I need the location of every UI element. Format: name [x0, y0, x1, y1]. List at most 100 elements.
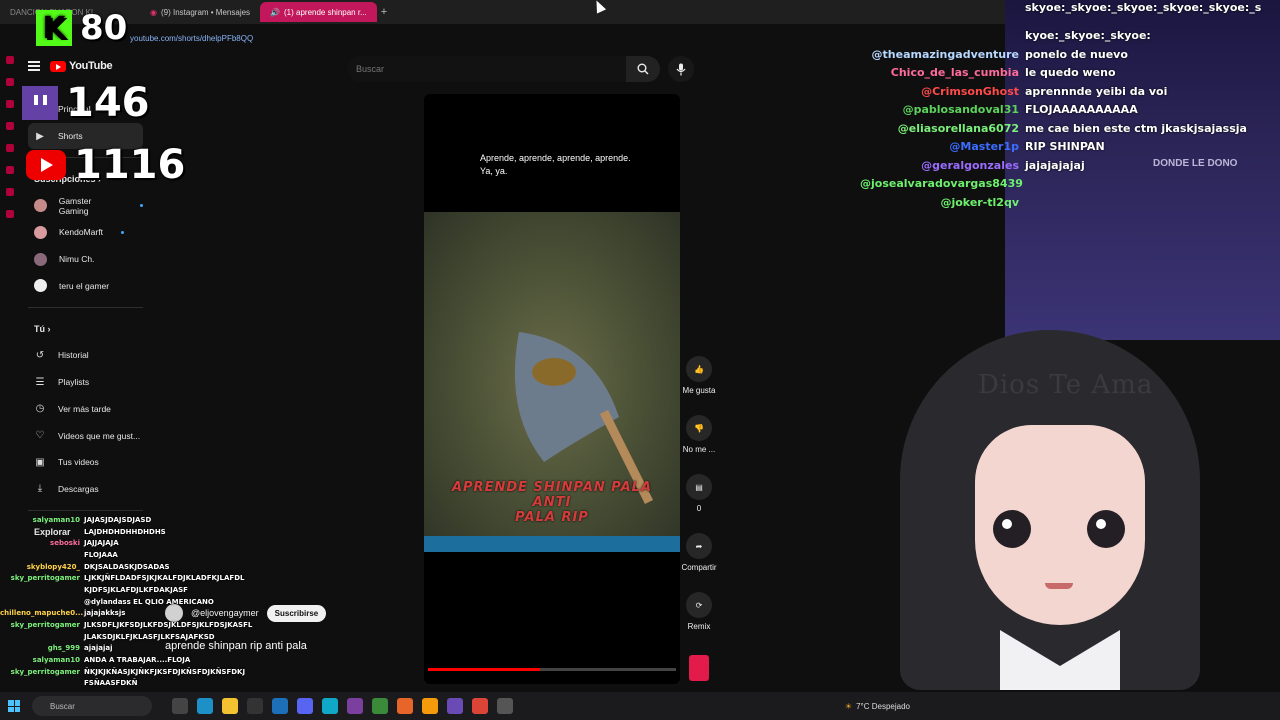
chat-text: FSÑAASFDKÑ	[84, 679, 138, 688]
kick-viewer-counter: K 80	[36, 8, 127, 48]
twitch-icon	[22, 86, 58, 120]
chat-message: @dylandass EL QLIO AMERICANO	[0, 596, 260, 608]
sidebar-item-history[interactable]: ↺ Historial	[28, 342, 143, 369]
menu-icon[interactable]	[28, 61, 40, 71]
firefox-icon[interactable]	[397, 698, 413, 714]
chat-message: sky_perritogamer LJKKJÑFLDADFSJKJKALFDJKL…	[0, 572, 260, 584]
playlist-icon: ☰	[35, 376, 45, 388]
sidebar-item-subscription[interactable]: Nimu Ch.	[28, 246, 143, 273]
chat-username: sky_perritogamer	[10, 667, 80, 676]
chat-username: sky_perritogamer	[10, 574, 80, 583]
remix-button[interactable]: ⟳ Remix	[686, 592, 712, 651]
sidebar-item-playlists[interactable]: ☰ Playlists	[28, 369, 143, 396]
file-explorer-icon[interactable]	[222, 698, 238, 714]
chat-text: DKJSALDASKJDSADAS	[84, 562, 170, 571]
chat-text: FLOJAAAAAAAAAA	[1025, 103, 1138, 116]
rail-app-icon[interactable]	[6, 78, 14, 86]
chat-message: seboski JAJJAJAJA	[0, 537, 260, 549]
audio-icon: 🔊	[270, 7, 281, 17]
rail-app-icon[interactable]	[6, 144, 14, 152]
obs-icon[interactable]	[247, 698, 263, 714]
chat-text: aprennnde yeibi da voi	[1025, 84, 1168, 98]
taskbar-search-label: Buscar	[50, 701, 75, 711]
chat-text: skyoe:_skyoe:_skyoe:_skyoe:_skyoe:_s	[1025, 0, 1262, 14]
chat-message: @eliasorellana6072 me cae bien este ctm j…	[860, 119, 1247, 137]
comments-button[interactable]: ▤ 0	[686, 474, 712, 533]
sidebar-item-your-videos[interactable]: ▣ Tus videos	[28, 449, 143, 476]
app-icon[interactable]	[372, 698, 388, 714]
chat-text: kyoe:_skyoe:_skyoe:	[1025, 29, 1151, 42]
windows-taskbar: Buscar ☀ 7°C Despejado	[0, 692, 1280, 720]
task-view-icon[interactable]	[172, 698, 188, 714]
chat-message: LAJDHDHDHHDHDHS	[0, 526, 260, 538]
kick-icon: K	[36, 10, 72, 46]
address-bar[interactable]: youtube.com/shorts/dhelpPFb8QQ	[0, 24, 1005, 52]
chat-message: salyaman10 JAJASJDAJSDJASD	[0, 514, 260, 526]
stream-chat-left: salyaman10 JAJASJDAJSDJASD LAJDHDHDHHDHDHS…	[0, 514, 260, 689]
sidebar-item-label: Ver más tarde	[58, 403, 111, 414]
divider	[28, 307, 143, 309]
chat-message: skyblopy420_ DKJSALDASKJDSADAS	[0, 561, 260, 573]
short-video-player[interactable]: Aprende, aprende, aprende, aprende. Ya, …	[424, 94, 680, 684]
edge-icon[interactable]	[197, 698, 213, 714]
visual-studio-icon[interactable]	[447, 698, 463, 714]
rail-app-icon[interactable]	[6, 56, 14, 64]
tab-label: (1) aprende shinpan r...	[284, 7, 367, 17]
avatar-eye	[993, 510, 1031, 548]
app-icon[interactable]	[422, 698, 438, 714]
subscribe-button[interactable]: Suscribirse	[266, 604, 327, 622]
chat-text: LAJDHDHDHHDHDHS	[84, 527, 166, 536]
sound-thumbnail-button[interactable]	[689, 655, 709, 681]
avatar	[34, 199, 47, 213]
voice-search-button[interactable]	[668, 56, 694, 82]
tab-youtube-short[interactable]: 🔊 (1) aprende shinpan r...	[260, 2, 377, 22]
start-button[interactable]	[0, 700, 28, 712]
you-heading[interactable]: Tú ›	[28, 316, 143, 342]
sidebar-item-watch-later[interactable]: ◷ Ver más tarde	[28, 396, 143, 423]
sidebar-item-downloads[interactable]: ⤓ Descargas	[28, 476, 143, 503]
action-label: Remix	[687, 622, 711, 631]
chat-text: ÑKJKJKÑASJKJÑKFJKSFDJKÑSFDJKÑSFDKJ	[84, 667, 246, 676]
youtube-logo[interactable]: YouTube	[50, 60, 113, 72]
dislike-button[interactable]: 👎 No me ...	[683, 415, 715, 474]
chat-username: chilleno_mapuche0...	[0, 609, 84, 618]
rail-app-icon[interactable]	[6, 122, 14, 130]
remix-icon: ⟳	[686, 592, 712, 618]
tab-instagram[interactable]: ◉ (9) Instagram • Mensajes	[140, 2, 260, 22]
rail-app-icon[interactable]	[6, 100, 14, 108]
app-icon[interactable]	[347, 698, 363, 714]
chat-username: sky_perritogamer	[10, 621, 80, 630]
download-icon: ⤓	[37, 483, 43, 495]
chrome-icon[interactable]	[472, 698, 488, 714]
chat-text: KJDFSJKLAFDJLKFDAKJASF	[84, 585, 188, 594]
sidebar-item-subscription[interactable]: Gamster Gaming	[28, 192, 143, 219]
sidebar-item-subscription[interactable]: KendoMarft	[28, 219, 143, 246]
new-tab-button[interactable]: +	[381, 6, 387, 18]
chat-message: @geralgonzales jajajajajaj	[860, 156, 1085, 174]
like-button[interactable]: 👍 Me gusta	[683, 356, 715, 415]
weather-widget[interactable]: ☀ 7°C Despejado	[845, 702, 910, 711]
share-button[interactable]: ➦ Compartir	[681, 533, 717, 592]
video-overlay-text: APRENDE SHINPAN PALA ANTI	[451, 480, 653, 510]
search-button[interactable]	[626, 56, 660, 82]
sidebar-item-subscription[interactable]: teru el gamer	[28, 272, 143, 299]
weather-label: 7°C Despejado	[856, 701, 910, 711]
vscode-icon[interactable]	[272, 698, 288, 714]
sidebar-item-label: Descargas	[58, 483, 99, 494]
rail-app-icon[interactable]	[6, 210, 14, 218]
chat-username: @joker-tl2qv	[940, 195, 1019, 209]
discord-icon[interactable]	[297, 698, 313, 714]
video-progress-bar[interactable]	[428, 668, 676, 671]
sidebar-item-label: Shorts	[58, 131, 83, 142]
shorts-icon: ▶	[36, 130, 44, 142]
taskbar-search[interactable]: Buscar	[32, 696, 152, 716]
avatar	[34, 225, 47, 239]
rail-app-icon[interactable]	[6, 166, 14, 174]
app-icon[interactable]	[497, 698, 513, 714]
share-icon: ➦	[686, 533, 712, 559]
search-input[interactable]	[348, 56, 626, 82]
sidebar-item-label: Nimu Ch.	[59, 254, 95, 265]
edge-icon[interactable]	[322, 698, 338, 714]
rail-app-icon[interactable]	[6, 188, 14, 196]
sidebar-item-liked-videos[interactable]: ♡ Videos que me gust...	[28, 422, 143, 449]
